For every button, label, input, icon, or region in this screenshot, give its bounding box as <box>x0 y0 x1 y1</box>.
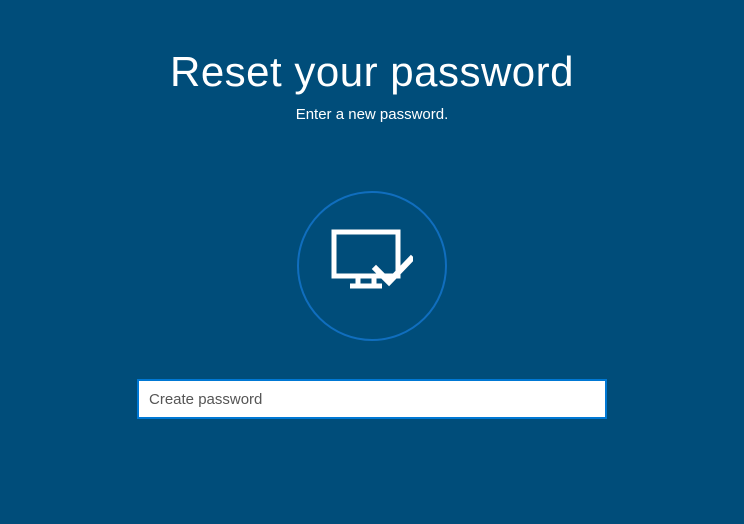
monitor-check-icon-circle <box>297 191 447 341</box>
reset-password-screen: Reset your password Enter a new password… <box>0 0 744 524</box>
page-title: Reset your password <box>170 48 574 96</box>
page-subtitle: Enter a new password. <box>296 106 449 123</box>
monitor-check-icon <box>331 229 413 303</box>
password-input[interactable] <box>137 379 607 419</box>
